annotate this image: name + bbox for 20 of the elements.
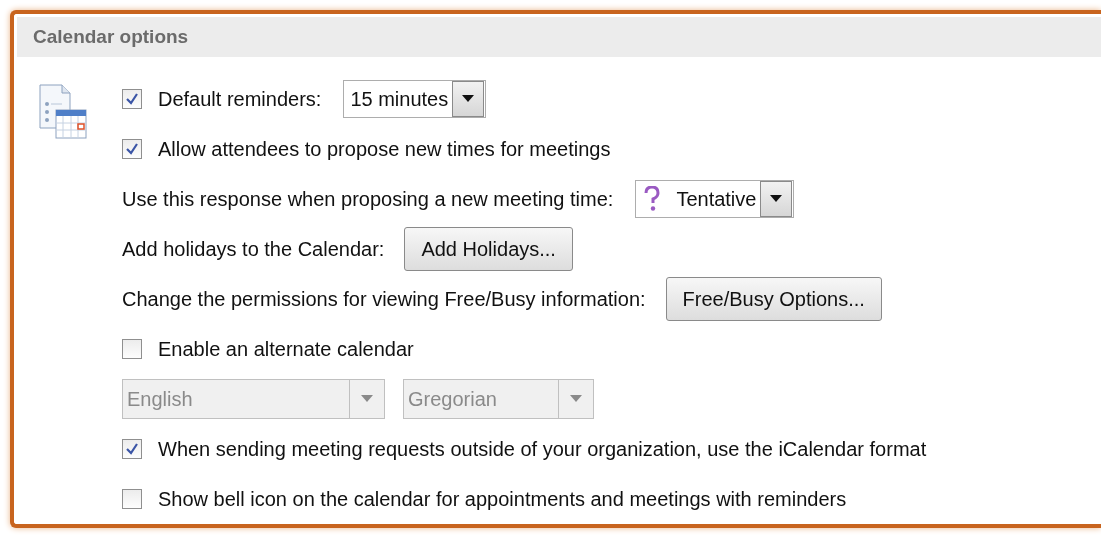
action-button[interactable]: Free/Busy Options... <box>665 277 882 321</box>
question-mark-icon <box>644 186 661 212</box>
calendar-icon <box>38 84 88 140</box>
dropdown[interactable]: 15 minutes <box>343 80 487 118</box>
checkbox[interactable] <box>122 89 142 109</box>
checkbox[interactable] <box>122 139 142 159</box>
option-label: Show bell icon on the calendar for appointments and meetings with reminders <box>158 487 847 511</box>
option-label: Default reminders: <box>158 87 322 111</box>
option-label: Add holidays to the Calendar: <box>122 237 385 261</box>
checkbox[interactable] <box>122 439 142 459</box>
option-label: Use this response when proposing a new meeting time: <box>122 187 614 211</box>
action-button[interactable]: Add Holidays... <box>404 227 573 271</box>
option-label: When sending meeting requests outside of your organization, use the iCalendar format <box>158 437 927 461</box>
section-title: Calendar options <box>33 26 189 48</box>
option-label: Enable an alternate calendar <box>158 337 414 361</box>
checkbox[interactable] <box>122 489 142 509</box>
dropdown[interactable]: Tentative <box>635 180 795 218</box>
checkbox[interactable] <box>122 339 142 359</box>
option-label: Allow attendees to propose new times for meetings <box>158 137 611 161</box>
option-label: Change the permissions for viewing Free/Busy information: <box>122 287 646 311</box>
